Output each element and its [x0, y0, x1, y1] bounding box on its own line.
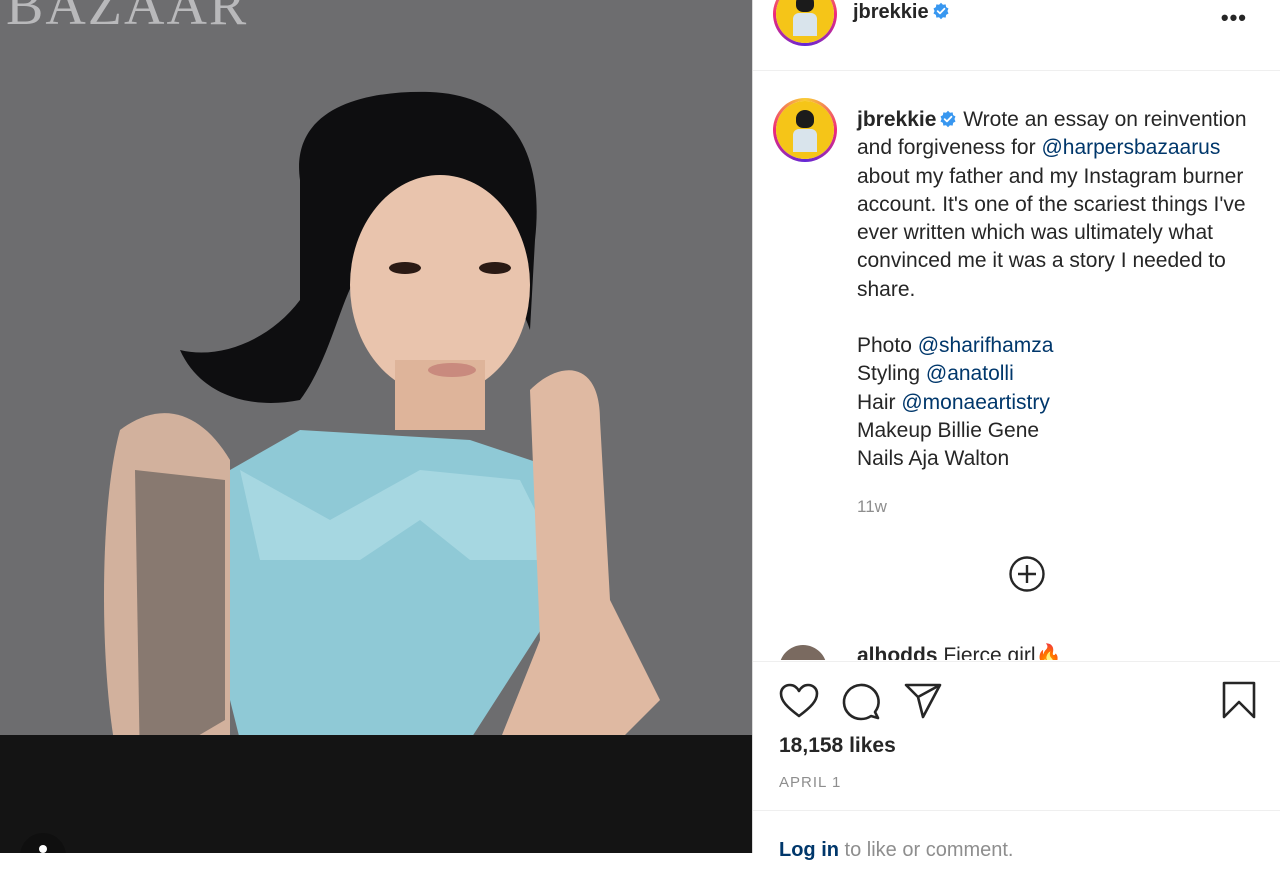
- verified-badge-icon: [933, 2, 949, 20]
- credit-label: Makeup Billie Gene: [857, 418, 1040, 442]
- caption-avatar[interactable]: [773, 98, 837, 162]
- credit-handle[interactable]: @monaeartistry: [901, 391, 1050, 414]
- table-surface: [0, 735, 752, 853]
- credit-label: Nails Aja Walton: [857, 447, 1010, 471]
- post-date: APRIL 1: [779, 774, 842, 791]
- header-avatar[interactable]: [773, 0, 837, 46]
- post-header: jbrekkie •••: [753, 0, 1280, 71]
- login-link[interactable]: Log in: [779, 839, 839, 861]
- comment-body: Fierce girl🔥: [943, 644, 1062, 660]
- credit-label: Photo: [857, 334, 912, 358]
- post-side-panel: jbrekkie ••• jbrekkie Wrote an essay on …: [752, 0, 1280, 861]
- like-count[interactable]: 18,158 likes: [779, 734, 896, 758]
- header-username-text[interactable]: jbrekkie: [853, 1, 929, 23]
- heart-icon[interactable]: [779, 683, 819, 719]
- plus-circle-icon[interactable]: [1009, 556, 1045, 592]
- credit-handle[interactable]: @anatolli: [926, 362, 1014, 385]
- bookmark-icon[interactable]: [1221, 680, 1257, 720]
- caption-text-2: about my father and my Instagram burner …: [857, 164, 1246, 301]
- post-caption: jbrekkie Wrote an essay on reinvention a…: [857, 106, 1267, 474]
- login-prompt: Log in to like or comment.: [753, 810, 1280, 871]
- header-username[interactable]: jbrekkie: [853, 1, 950, 24]
- credit-label: Styling: [857, 362, 921, 386]
- post-actions: 18,158 likes APRIL 1 Log in to like or c…: [753, 661, 1280, 861]
- credit-label: Hair: [857, 390, 896, 414]
- login-suffix: to like or comment.: [844, 839, 1014, 861]
- caption-username[interactable]: jbrekkie: [857, 108, 936, 131]
- credit-handle[interactable]: @sharifhamza: [918, 334, 1054, 357]
- comment-preview: alhodds Fierce girl🔥: [753, 640, 1280, 660]
- portrait-illustration: [103, 91, 660, 800]
- commenter-username[interactable]: alhodds: [857, 644, 938, 660]
- login-text: Log in to like or comment.: [779, 839, 1014, 862]
- comment-text: alhodds Fierce girl🔥: [857, 644, 1062, 660]
- commenter-avatar[interactable]: [779, 645, 827, 660]
- mention-link[interactable]: @harpersbazaarus: [1041, 136, 1220, 159]
- comment-icon[interactable]: [841, 682, 881, 722]
- verified-badge-icon: [940, 110, 956, 128]
- paper-plane-icon[interactable]: [903, 682, 943, 720]
- post-photo[interactable]: BAZAAR: [0, 0, 752, 853]
- more-options-icon[interactable]: •••: [1221, 5, 1247, 31]
- post-time-ago[interactable]: 11w: [857, 497, 887, 517]
